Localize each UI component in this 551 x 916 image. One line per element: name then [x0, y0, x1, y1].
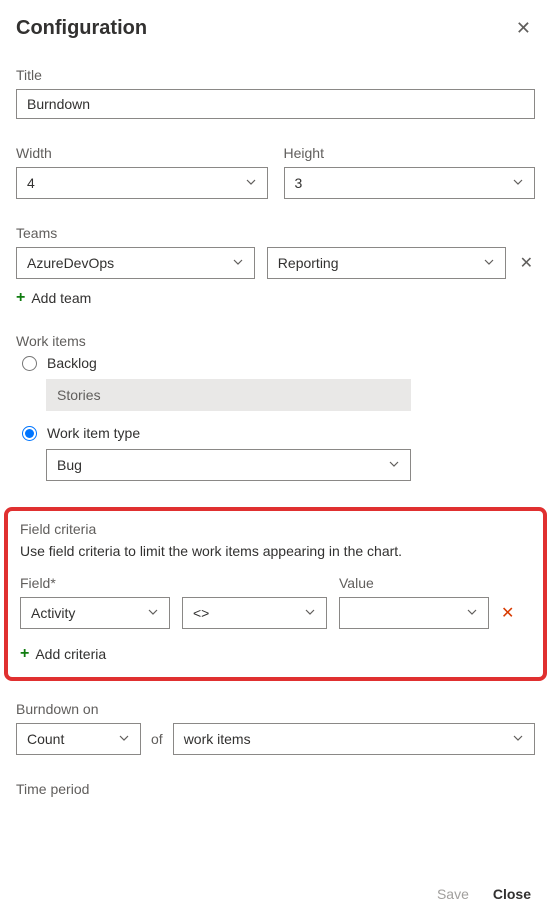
work-item-type-select[interactable]: Bug	[46, 449, 411, 481]
burndown-items-value: work items	[184, 731, 251, 747]
chevron-down-icon	[388, 457, 400, 473]
height-select[interactable]: 3	[284, 167, 536, 199]
chevron-down-icon	[147, 605, 159, 621]
team-select-0[interactable]: AzureDevOps	[16, 247, 255, 279]
remove-team-button[interactable]: ✕	[518, 251, 535, 275]
backlog-radio[interactable]	[22, 356, 37, 371]
criteria-operator-label	[182, 575, 327, 591]
add-team-button[interactable]: + Add team	[16, 289, 91, 307]
field-criteria-highlight: Field criteria Use field criteria to lim…	[4, 507, 547, 681]
burndown-count-select[interactable]: Count	[16, 723, 141, 755]
chevron-down-icon	[512, 175, 524, 191]
team-select-1[interactable]: Reporting	[267, 247, 506, 279]
width-select[interactable]: 4	[16, 167, 268, 199]
criteria-field-label: Field*	[20, 575, 170, 591]
chevron-down-icon	[118, 731, 130, 747]
field-criteria-heading: Field criteria	[20, 521, 531, 537]
close-icon: ✕	[501, 605, 514, 622]
close-icon: ✕	[516, 18, 531, 38]
time-period-label: Time period	[16, 781, 535, 797]
chevron-down-icon	[512, 731, 524, 747]
chevron-down-icon	[304, 605, 316, 621]
criteria-value-select[interactable]	[339, 597, 489, 629]
add-team-label: Add team	[31, 290, 91, 306]
width-label: Width	[16, 145, 268, 161]
title-input[interactable]	[16, 89, 535, 119]
close-icon: ✕	[520, 255, 533, 272]
burndown-items-select[interactable]: work items	[173, 723, 535, 755]
chevron-down-icon	[245, 175, 257, 191]
criteria-operator-select[interactable]: <>	[182, 597, 327, 629]
criteria-value-label: Value	[339, 575, 489, 591]
close-button[interactable]: Close	[493, 886, 531, 902]
team-value-1: Reporting	[278, 255, 339, 271]
add-criteria-label: Add criteria	[35, 646, 106, 662]
chevron-down-icon	[232, 255, 244, 271]
backlog-value: Stories	[57, 387, 101, 403]
plus-icon: +	[16, 289, 25, 307]
height-label: Height	[284, 145, 536, 161]
title-label: Title	[16, 67, 535, 83]
panel-title: Configuration	[16, 17, 147, 40]
work-item-type-value: Bug	[57, 457, 82, 473]
burndown-count-value: Count	[27, 731, 64, 747]
work-item-type-radio[interactable]	[22, 426, 37, 441]
chevron-down-icon	[466, 605, 478, 621]
field-criteria-description: Use field criteria to limit the work ite…	[20, 543, 531, 559]
team-value-0: AzureDevOps	[27, 255, 114, 271]
backlog-select: Stories	[46, 379, 411, 411]
width-value: 4	[27, 175, 35, 191]
chevron-down-icon	[483, 255, 495, 271]
backlog-radio-label: Backlog	[47, 355, 97, 371]
close-panel-button[interactable]: ✕	[512, 14, 535, 43]
add-criteria-button[interactable]: + Add criteria	[20, 645, 106, 663]
work-item-type-radio-label: Work item type	[47, 425, 140, 441]
criteria-field-value: Activity	[31, 605, 75, 621]
height-value: 3	[295, 175, 303, 191]
burndown-of-text: of	[151, 731, 163, 747]
burndown-on-label: Burndown on	[16, 701, 535, 717]
criteria-operator-value: <>	[193, 605, 209, 621]
teams-label: Teams	[16, 225, 535, 241]
criteria-field-select[interactable]: Activity	[20, 597, 170, 629]
save-button[interactable]: Save	[437, 886, 469, 902]
plus-icon: +	[20, 645, 29, 663]
remove-criteria-button[interactable]: ✕	[501, 603, 514, 629]
work-items-label: Work items	[16, 333, 535, 349]
